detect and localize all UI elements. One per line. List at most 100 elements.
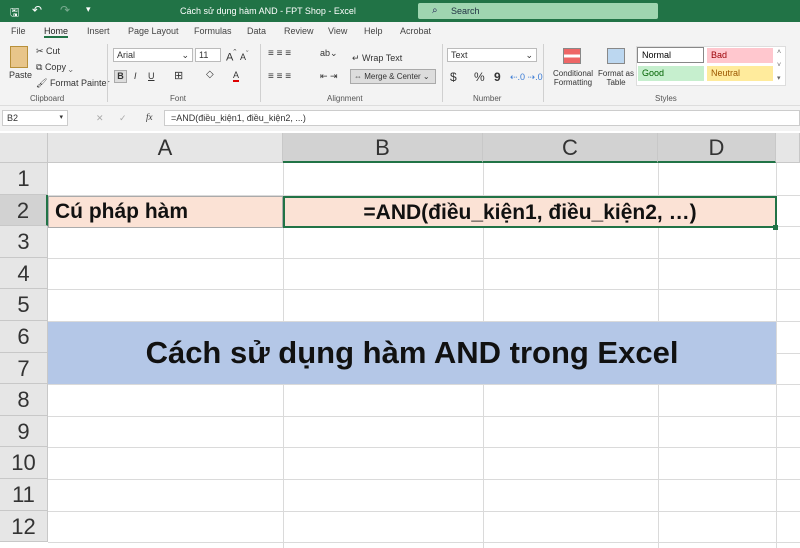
fill-handle[interactable] <box>773 225 778 230</box>
wrap-text-label: Wrap Text <box>362 53 403 63</box>
row-header-8[interactable]: 8 <box>0 384 48 416</box>
italic-button[interactable]: I <box>134 71 137 81</box>
row-gridline <box>48 510 800 512</box>
font-group-label: Font <box>170 94 187 103</box>
column-header-c[interactable]: C <box>483 133 658 163</box>
format-painter-button[interactable]: 🖌 Format Painter <box>36 78 109 89</box>
font-size-select[interactable]: 11 <box>195 48 221 62</box>
format-as-table-button[interactable]: Format as Table <box>597 69 635 87</box>
row-header-9[interactable]: 9 <box>0 415 48 448</box>
formula-input[interactable]: =AND(điều_kiện1, điều_kiện2, ...) <box>164 110 800 126</box>
number-group-label: Number <box>473 94 502 103</box>
format-painter-label: Format Painter <box>49 78 110 88</box>
tab-file[interactable]: File <box>11 26 26 36</box>
column-header-b[interactable]: B <box>283 133 483 163</box>
alignment-group-label: Alignment <box>327 94 363 103</box>
decrease-font-icon[interactable]: Aˇ <box>240 49 249 62</box>
styles-group-label: Styles <box>655 94 677 103</box>
insert-function-icon[interactable]: fx <box>146 112 153 122</box>
wrap-text-button[interactable]: ↵ Wrap Text <box>352 53 402 64</box>
font-name-select[interactable]: Arial ⌄ <box>113 48 193 62</box>
window-title: Cách sử dụng hàm AND - FPT Shop - Excel <box>180 6 356 16</box>
tab-help[interactable]: Help <box>364 26 383 36</box>
decimal-icons[interactable]: ⇠.0 ⇢.0 <box>510 72 543 83</box>
tab-review[interactable]: Review <box>284 26 314 36</box>
align-center-icon[interactable]: ≡ ≡ ≡ <box>268 71 291 82</box>
row-header-10[interactable]: 10 <box>0 447 48 479</box>
tab-home[interactable]: Home <box>44 26 69 38</box>
percent-button[interactable]: % <box>474 70 485 84</box>
row-header-11[interactable]: 11 <box>0 479 48 511</box>
spreadsheet-grid: A B C D 1 2 3 4 5 6 7 8 9 10 11 12 Cú pháp hàm =AND… <box>0 133 800 548</box>
customize-toolbar-icon[interactable]: ▾ <box>86 4 91 15</box>
column-header-e[interactable] <box>776 133 800 163</box>
name-box-value: B2 <box>7 113 19 123</box>
cut-button[interactable]: ✂ Cut <box>36 46 60 57</box>
style-bad[interactable]: Bad <box>707 48 773 63</box>
underline-button[interactable]: U <box>148 71 155 81</box>
font-color-icon[interactable]: A <box>233 70 240 82</box>
tab-page-layout[interactable]: Page Layout <box>128 26 179 36</box>
search-box[interactable]: ⌕ Search <box>418 3 658 19</box>
number-format-select[interactable]: Text ⌄ <box>447 48 537 62</box>
row-gridline <box>48 257 800 259</box>
row-header-2[interactable]: 2 <box>0 194 48 227</box>
font-name-value: Arial <box>117 50 136 60</box>
search-placeholder: Search <box>451 6 480 16</box>
row-header-12[interactable]: 12 <box>0 510 48 543</box>
cell-b2-merged-selected[interactable]: =AND(điều_kiện1, điều_kiện2, …) <box>283 196 777 228</box>
paste-icon[interactable] <box>10 46 28 68</box>
row-header-4[interactable]: 4 <box>0 257 48 290</box>
conditional-formatting-button[interactable]: Conditional Formatting <box>550 69 596 87</box>
tab-view[interactable]: View <box>328 26 347 36</box>
row-header-3[interactable]: 3 <box>0 226 48 258</box>
indent-icon[interactable]: ⇤ ⇥ <box>320 71 338 82</box>
row-gridline <box>48 384 800 386</box>
copy-label: Copy <box>44 62 66 72</box>
undo-icon[interactable]: ↶ <box>32 3 42 17</box>
comma-button[interactable]: 9 <box>494 70 501 84</box>
currency-button[interactable]: $ <box>450 70 457 84</box>
row-header-5[interactable]: 5 <box>0 289 48 321</box>
cell-a2[interactable]: Cú pháp hàm <box>48 196 283 228</box>
bold-button[interactable]: B <box>114 70 127 83</box>
column-header-a[interactable]: A <box>48 133 283 163</box>
styles-scroll[interactable]: ˄ ˅ ▾ <box>777 46 781 85</box>
paste-button[interactable]: Paste <box>9 70 32 80</box>
tab-acrobat[interactable]: Acrobat <box>400 26 431 36</box>
tab-data[interactable]: Data <box>247 26 266 36</box>
column-header-d[interactable]: D <box>658 133 776 163</box>
merge-center-label: Merge & Center <box>364 72 421 81</box>
font-size-value: 11 <box>199 50 209 60</box>
borders-icon[interactable]: ⊞ <box>174 69 183 82</box>
tab-formulas[interactable]: Formulas <box>194 26 232 36</box>
ribbon-tabs: File Home Insert Page Layout Formulas Da… <box>0 22 800 40</box>
clipboard-group-label: Clipboard <box>30 94 65 103</box>
format-table-icon[interactable] <box>607 48 625 64</box>
conditional-formatting-icon[interactable] <box>563 48 581 64</box>
style-good[interactable]: Good <box>638 66 704 81</box>
search-icon: ⌕ <box>432 5 438 16</box>
orientation-icon[interactable]: ab⌄ <box>320 48 338 59</box>
cell-a6-merged-title[interactable]: Cách sử dụng hàm AND trong Excel <box>48 322 776 384</box>
name-box[interactable]: B2 ▾ <box>2 110 68 126</box>
row-header-6[interactable]: 6 <box>0 321 48 353</box>
row-gridline <box>48 447 800 449</box>
row-gridline <box>48 415 800 417</box>
align-top-icon[interactable]: ≡ ≡ ≡ <box>268 48 291 59</box>
style-neutral[interactable]: Neutral <box>707 66 773 81</box>
cancel-icon[interactable]: ✕ <box>96 113 104 124</box>
number-format-value: Text <box>451 50 468 60</box>
enter-icon[interactable]: ✓ <box>119 113 127 124</box>
save-icon[interactable]: 🖫 <box>10 4 19 23</box>
select-all-corner[interactable] <box>0 133 48 163</box>
style-normal[interactable]: Normal <box>637 47 704 63</box>
row-header-7[interactable]: 7 <box>0 352 48 385</box>
tab-insert[interactable]: Insert <box>87 26 110 36</box>
row-header-1[interactable]: 1 <box>0 163 48 195</box>
fill-color-icon[interactable]: ◇ <box>206 69 214 80</box>
increase-font-icon[interactable]: Aˆ <box>226 48 236 64</box>
copy-button[interactable]: ⧉ Copy ⌄ <box>36 62 73 73</box>
redo-icon[interactable]: ↷ <box>60 3 70 17</box>
merge-center-button[interactable]: ⇔ Merge & Center ⌄ <box>350 69 436 84</box>
